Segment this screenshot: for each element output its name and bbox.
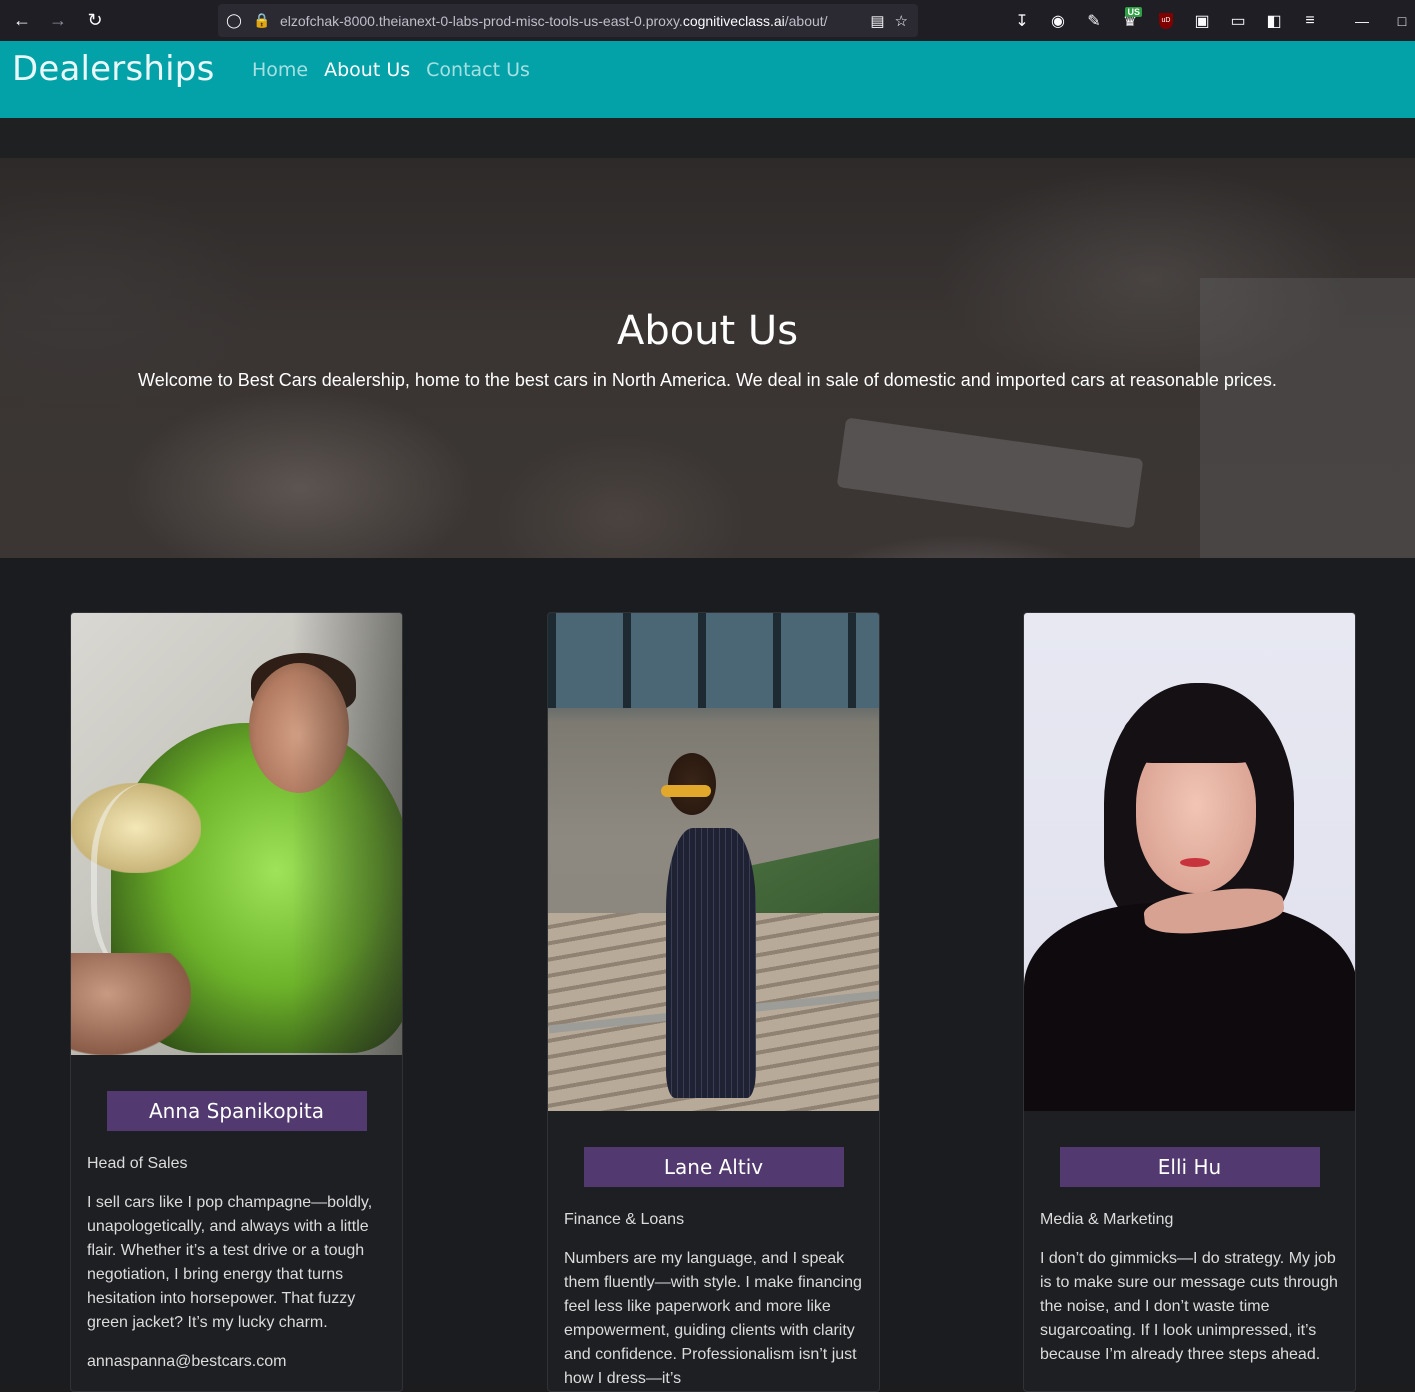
account-icon[interactable]: ◉ xyxy=(1040,0,1076,41)
menu-icon[interactable]: ≡ xyxy=(1292,0,1328,41)
download-icon[interactable]: ↧ xyxy=(1004,0,1040,41)
reload-icon[interactable]: ↻ xyxy=(77,0,113,41)
extension-us-icon[interactable]: ♛ US xyxy=(1112,0,1148,41)
ublock-label: uD xyxy=(1159,12,1173,29)
container-icon[interactable]: ▣ xyxy=(1184,0,1220,41)
url-text[interactable]: elzofchak-8000.theianext-0-labs-prod-mis… xyxy=(280,13,870,29)
team-photo-lane xyxy=(548,613,879,1111)
page-spacer xyxy=(0,118,1415,158)
site-navbar: Dealerships Home About Us Contact Us xyxy=(0,41,1415,118)
team-name-badge: Lane Altiv xyxy=(583,1147,844,1187)
team-role: Head of Sales xyxy=(87,1155,188,1172)
nav-link-contact-us[interactable]: Contact Us xyxy=(426,59,530,81)
lock-icon[interactable]: 🔒 xyxy=(250,12,274,29)
sidebar-icon[interactable]: ▭ xyxy=(1220,0,1256,41)
team-bio: I don’t do gimmicks—I do strategy. My jo… xyxy=(1040,1250,1338,1363)
team-bio: I sell cars like I pop champagne—boldly,… xyxy=(87,1194,373,1331)
nav-links: Home About Us Contact Us xyxy=(252,59,546,81)
nav-link-about-us[interactable]: About Us xyxy=(324,59,410,81)
extension-badge: US xyxy=(1125,7,1142,17)
back-icon[interactable]: ← xyxy=(4,0,40,41)
team-role: Finance & Loans xyxy=(564,1211,685,1228)
team-name-badge: Elli Hu xyxy=(1059,1147,1320,1187)
bookmark-star-icon[interactable]: ☆ xyxy=(895,12,908,30)
hero-banner: About Us Welcome to Best Cars dealership… xyxy=(0,158,1415,558)
team-section: Anna Spanikopita Head of Sales I sell ca… xyxy=(0,558,1415,1392)
team-email: annaspanna@bestcars.com xyxy=(87,1353,287,1370)
minimize-icon[interactable]: — xyxy=(1342,0,1382,41)
hero-background-notebook xyxy=(836,417,1144,529)
ublock-icon[interactable]: uD xyxy=(1148,0,1184,41)
tab-view-icon[interactable]: ◧ xyxy=(1256,0,1292,41)
browser-toolbar: ← → ↻ ◯ 🔒 elzofchak-8000.theianext-0-lab… xyxy=(0,0,1415,41)
forward-icon[interactable]: → xyxy=(40,0,76,41)
hero-title: About Us xyxy=(616,308,799,354)
url-bar[interactable]: ◯ 🔒 elzofchak-8000.theianext-0-labs-prod… xyxy=(218,4,918,37)
team-photo-anna xyxy=(71,613,402,1055)
team-role: Media & Marketing xyxy=(1040,1211,1174,1228)
team-bio: Numbers are my language, and I speak the… xyxy=(564,1250,862,1387)
team-card-elli: Elli Hu Media & Marketing I don’t do gim… xyxy=(1023,612,1356,1392)
team-photo-elli xyxy=(1024,613,1355,1111)
reader-view-icon[interactable]: ▤ xyxy=(870,12,884,30)
shield-icon[interactable]: ◯ xyxy=(222,12,246,29)
team-name-badge: Anna Spanikopita xyxy=(106,1091,367,1131)
team-card-anna: Anna Spanikopita Head of Sales I sell ca… xyxy=(70,612,403,1392)
extensions-icon[interactable]: ✎ xyxy=(1076,0,1112,41)
maximize-icon[interactable]: □ xyxy=(1382,0,1415,41)
brand-logo[interactable]: Dealerships xyxy=(12,49,214,89)
team-card-lane: Lane Altiv Finance & Loans Numbers are m… xyxy=(547,612,880,1392)
nav-link-home[interactable]: Home xyxy=(252,59,308,81)
hero-text: Welcome to Best Cars dealership, home to… xyxy=(138,370,1277,390)
